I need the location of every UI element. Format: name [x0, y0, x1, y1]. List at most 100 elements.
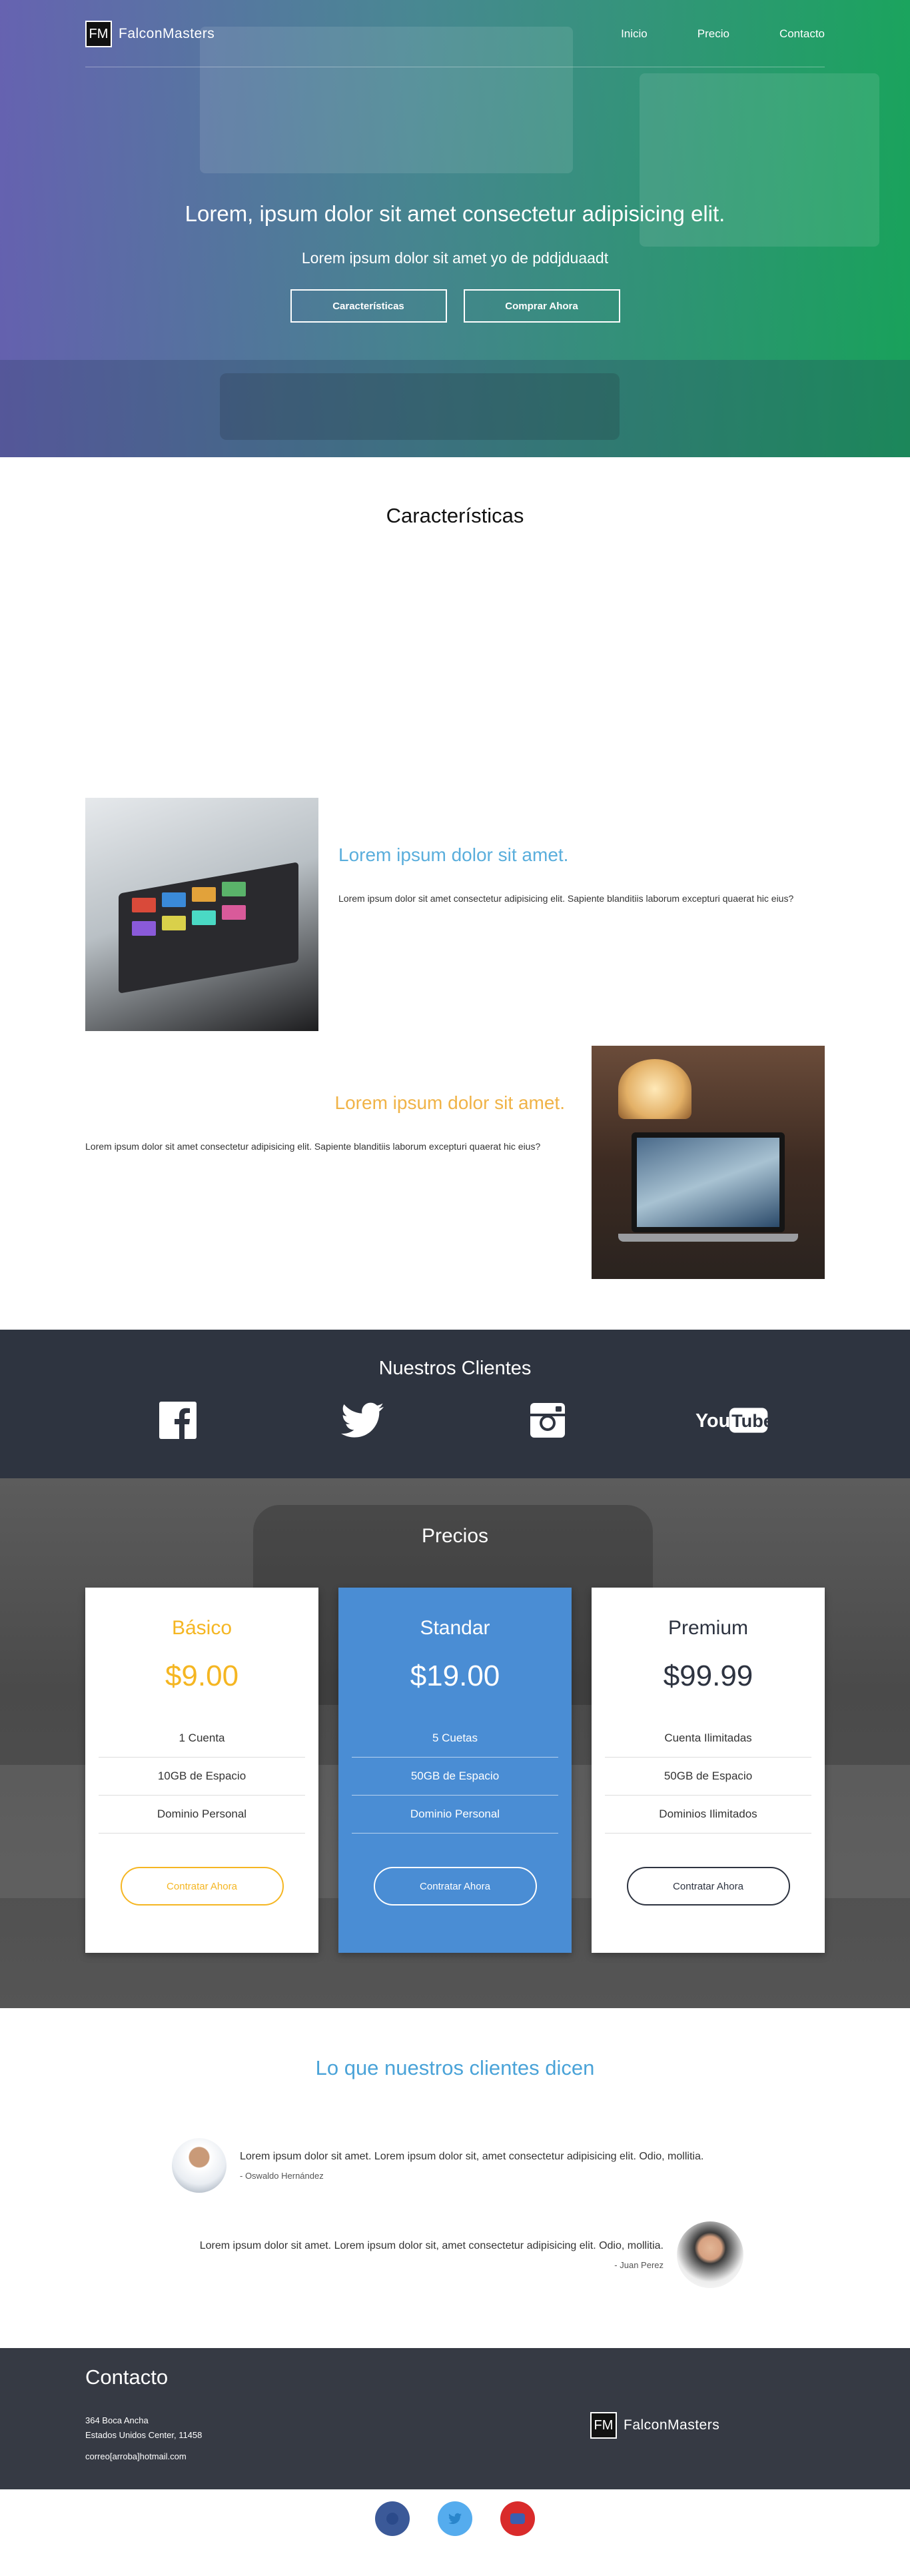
youtube-button[interactable] — [500, 2501, 535, 2536]
hire-premium-button[interactable]: Contratar Ahora — [626, 1867, 790, 1906]
tablet-tile — [132, 898, 156, 912]
feature-text-2: Lorem ipsum dolor sit amet. Lorem ipsum … — [85, 1092, 565, 1156]
tablet-photo — [85, 798, 318, 1031]
pricing-section: Precios Básico $9.00 1 Cuenta 10GB de Es… — [0, 1478, 910, 2008]
features-button[interactable]: Características — [290, 289, 447, 323]
plan-feature: Cuenta Ilimitadas — [605, 1720, 811, 1758]
pricing-title: Precios — [421, 1525, 489, 1547]
top-nav: FM FalconMasters Inicio Precio Contacto — [85, 17, 825, 51]
youtube-tube-text: Tube — [731, 1410, 769, 1431]
plan-name: Standar — [420, 1617, 490, 1639]
tablet-tile — [162, 892, 186, 907]
facebook-button[interactable] — [375, 2501, 410, 2536]
twitter-icon — [448, 2513, 462, 2524]
laptop-photo — [592, 1046, 825, 1279]
plan-name: Premium — [668, 1617, 748, 1639]
contact-section: Contacto 364 Boca Ancha Estados Unidos C… — [0, 2348, 910, 2489]
testimonial-quote: Lorem ipsum dolor sit amet. Lorem ipsum … — [240, 2150, 704, 2162]
clients-section: Nuestros Clientes You Tub — [0, 1330, 910, 1478]
contact-title: Contacto — [85, 2365, 169, 2389]
feature-body: Lorem ipsum dolor sit amet consectetur a… — [85, 1141, 541, 1152]
plan-feature: 50GB de Espacio — [352, 1758, 558, 1796]
nav-link-contacto[interactable]: Contacto — [779, 27, 825, 41]
feature-row: Lorem ipsum dolor sit amet. Lorem ipsum … — [85, 1046, 825, 1294]
logo-text: FalconMasters — [119, 26, 215, 41]
testimonial-text: Lorem ipsum dolor sit amet. Lorem ipsum … — [200, 2240, 664, 2270]
plan-card-basic: Básico $9.00 1 Cuenta 10GB de Espacio Do… — [85, 1588, 318, 1953]
youtube-icon — [510, 2513, 525, 2524]
tablet-tile — [222, 882, 246, 896]
lamp-shape — [618, 1059, 691, 1119]
testimonial-author: - Oswaldo Hernández — [240, 2170, 324, 2181]
site-logo[interactable]: FM FalconMasters — [85, 21, 215, 47]
plan-price: $19.00 — [410, 1660, 500, 1692]
plan-feature: Dominio Personal — [99, 1796, 305, 1834]
client-logos: You Tube — [85, 1401, 825, 1440]
logo-mark: FM — [590, 2412, 617, 2439]
tablet-tile — [162, 916, 186, 930]
plan-feature: 5 Cuetas — [352, 1720, 558, 1758]
logo-text: FalconMasters — [624, 2417, 720, 2433]
avatar — [677, 2221, 743, 2288]
footer-logo[interactable]: FM FalconMasters — [590, 2412, 719, 2439]
laptop-screen — [632, 1132, 785, 1232]
plan-card-premium: Premium $99.99 Cuenta Ilimitadas 50GB de… — [592, 1588, 825, 1953]
plan-feature: 50GB de Espacio — [605, 1758, 811, 1796]
contact-info: 364 Boca Ancha Estados Unidos Center, 11… — [85, 2413, 202, 2464]
hire-basic-button[interactable]: Contratar Ahora — [120, 1867, 284, 1906]
testimonials-title: Lo que nuestros clientes dicen — [315, 2056, 595, 2079]
footer-social — [0, 2489, 910, 2547]
hero-section: FM FalconMasters Inicio Precio Contacto … — [0, 0, 910, 457]
testimonials-section: Lo que nuestros clientes dicen Lorem ips… — [0, 2008, 910, 2348]
testimonial-author: - Juan Perez — [614, 2259, 664, 2270]
testimonial: Lorem ipsum dolor sit amet. Lorem ipsum … — [200, 2221, 743, 2288]
twitter-button[interactable] — [438, 2501, 472, 2536]
youtube-logo: You Tube — [695, 1401, 769, 1440]
tablet-tile — [132, 921, 156, 936]
features-title: Características — [386, 504, 524, 527]
hero-bg-keyboard — [220, 373, 620, 440]
features-section: Características Lorem ipsum dolor sit am… — [0, 504, 910, 1294]
plan-features: 5 Cuetas 50GB de Espacio Dominio Persona… — [352, 1720, 558, 1834]
hire-standard-button[interactable]: Contratar Ahora — [373, 1867, 537, 1906]
feature-body: Lorem ipsum dolor sit amet consectetur a… — [338, 893, 794, 904]
facebook-icon — [386, 2512, 398, 2525]
contact-address-line: 364 Boca Ancha — [85, 2415, 149, 2425]
feature-text-1: Lorem ipsum dolor sit amet. Lorem ipsum … — [338, 844, 818, 908]
instagram-logo — [511, 1401, 584, 1440]
instagram-icon — [530, 1403, 565, 1438]
logo-mark: FM — [85, 21, 112, 47]
pricing-plans: Básico $9.00 1 Cuenta 10GB de Espacio Do… — [85, 1588, 825, 1953]
tablet-tile — [192, 887, 216, 902]
youtube-icon: You Tube — [695, 1408, 769, 1433]
hero-title: Lorem, ipsum dolor sit amet consectetur … — [185, 201, 725, 226]
contact-address-line: Estados Unidos Center, 11458 — [85, 2430, 203, 2441]
facebook-logo — [141, 1401, 215, 1440]
nav-link-inicio[interactable]: Inicio — [621, 27, 648, 41]
features-spacer — [0, 528, 910, 798]
buy-now-button[interactable]: Comprar Ahora — [463, 289, 620, 323]
clients-title: Nuestros Clientes — [378, 1358, 532, 1379]
plan-feature: 1 Cuenta — [99, 1720, 305, 1758]
plan-features: Cuenta Ilimitadas 50GB de Espacio Domini… — [605, 1720, 811, 1834]
contact-email[interactable]: correo[arroba]hotmail.com — [85, 2449, 202, 2464]
laptop-base — [618, 1234, 798, 1242]
hero-subtitle: Lorem ipsum dolor sit amet yo de pddjdua… — [301, 249, 609, 267]
youtube-you-text: You — [695, 1410, 730, 1432]
hero-buttons: Características Comprar Ahora — [0, 289, 910, 323]
tablet-tile — [192, 910, 216, 925]
twitter-icon — [341, 1402, 384, 1438]
nav-link-precio[interactable]: Precio — [697, 27, 729, 41]
plan-price: $9.00 — [165, 1660, 239, 1692]
plan-feature: Dominio Personal — [352, 1796, 558, 1834]
plan-feature: 10GB de Espacio — [99, 1758, 305, 1796]
feature-heading: Lorem ipsum dolor sit amet. — [338, 844, 569, 865]
plan-name: Básico — [171, 1617, 232, 1639]
avatar — [172, 2138, 227, 2193]
nav-links: Inicio Precio Contacto — [571, 27, 825, 41]
facebook-icon — [159, 1402, 197, 1439]
testimonial-text: Lorem ipsum dolor sit amet. Lorem ipsum … — [240, 2151, 703, 2181]
twitter-logo — [326, 1401, 399, 1440]
plan-features: 1 Cuenta 10GB de Espacio Dominio Persona… — [99, 1720, 305, 1834]
testimonial-quote: Lorem ipsum dolor sit amet. Lorem ipsum … — [199, 2239, 664, 2251]
